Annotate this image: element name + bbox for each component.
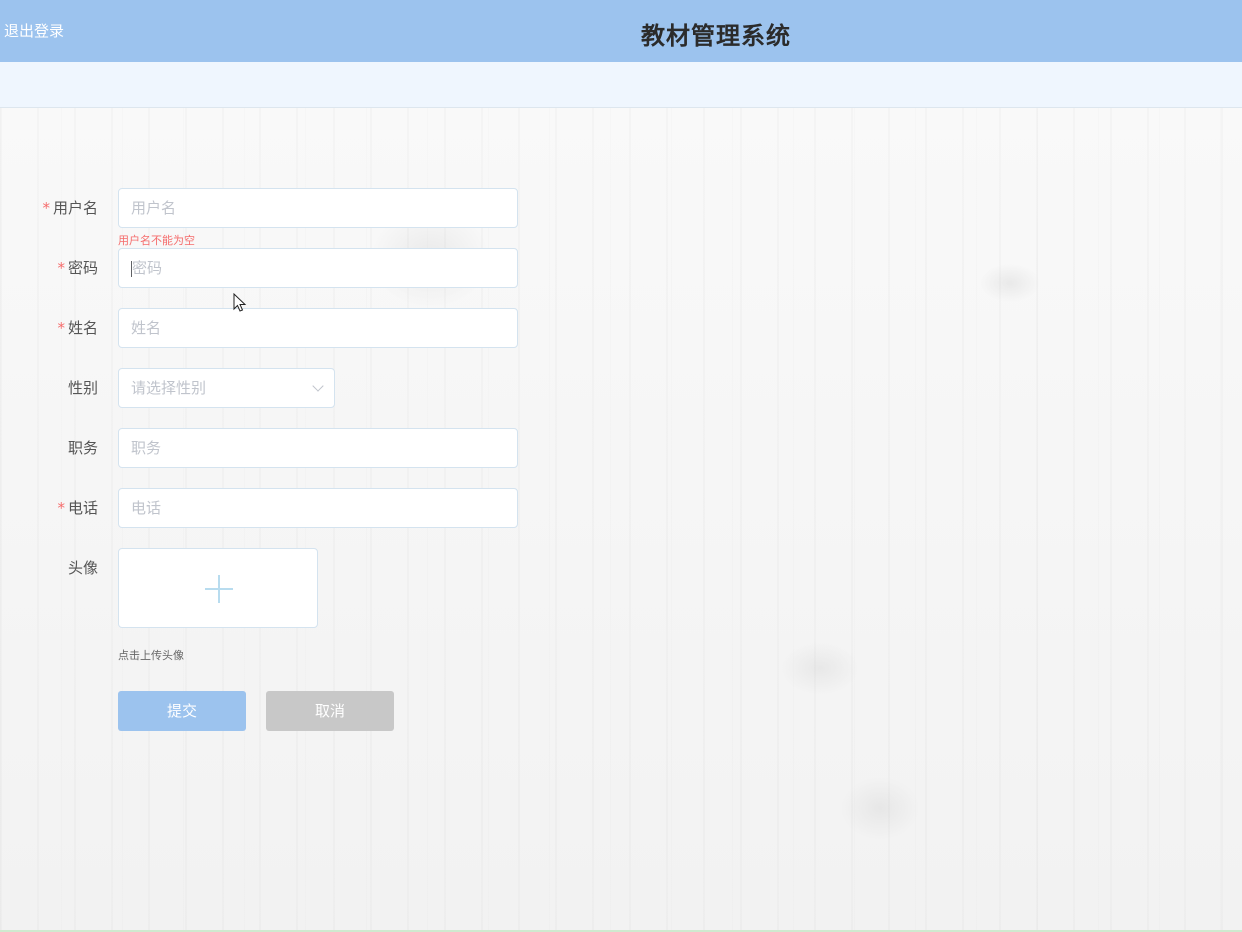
chevron-down-icon: [312, 380, 324, 392]
form-row-phone: * 电话 电话: [0, 488, 520, 528]
required-mark: *: [57, 259, 65, 277]
username-input[interactable]: 用户名: [118, 188, 518, 228]
gender-label: 性别: [67, 379, 98, 397]
form-row-gender: 性别 请选择性别: [0, 368, 520, 408]
phone-label: * 电话: [57, 499, 98, 517]
submit-button[interactable]: 提交: [118, 691, 246, 731]
form-row-avatar: 头像: [0, 548, 118, 588]
form-row-password: * 密码 密码: [0, 248, 520, 288]
form-row-name: * 姓名 姓名: [0, 308, 520, 348]
top-header: 退出登录 教材管理系统: [0, 0, 1242, 62]
avatar-label: 头像: [67, 559, 98, 577]
required-mark: *: [57, 499, 65, 517]
cancel-button[interactable]: 取消: [266, 691, 394, 731]
position-input[interactable]: 职务: [118, 428, 518, 468]
name-label: * 姓名: [57, 319, 98, 337]
username-error: 用户名不能为空: [118, 234, 195, 247]
form-row-username: * 用户名 用户名: [0, 188, 520, 228]
form-row-position: 职务 职务: [0, 428, 520, 468]
plus-icon-vertical: [218, 575, 220, 603]
page-title: 教材管理系统: [641, 22, 791, 50]
gender-select[interactable]: 请选择性别: [118, 368, 335, 408]
required-mark: *: [42, 199, 50, 217]
password-label: * 密码: [57, 259, 98, 277]
name-input[interactable]: 姓名: [118, 308, 518, 348]
mouse-pointer-icon: [233, 293, 247, 312]
password-input[interactable]: 密码: [118, 248, 518, 288]
avatar-uploader[interactable]: [118, 548, 318, 628]
username-label: * 用户名: [42, 199, 98, 217]
position-label: 职务: [67, 439, 98, 457]
sub-navigation-bar: [0, 62, 1242, 108]
phone-input[interactable]: 电话: [118, 488, 518, 528]
avatar-upload-tip: 点击上传头像: [118, 649, 184, 662]
required-mark: *: [57, 319, 65, 337]
